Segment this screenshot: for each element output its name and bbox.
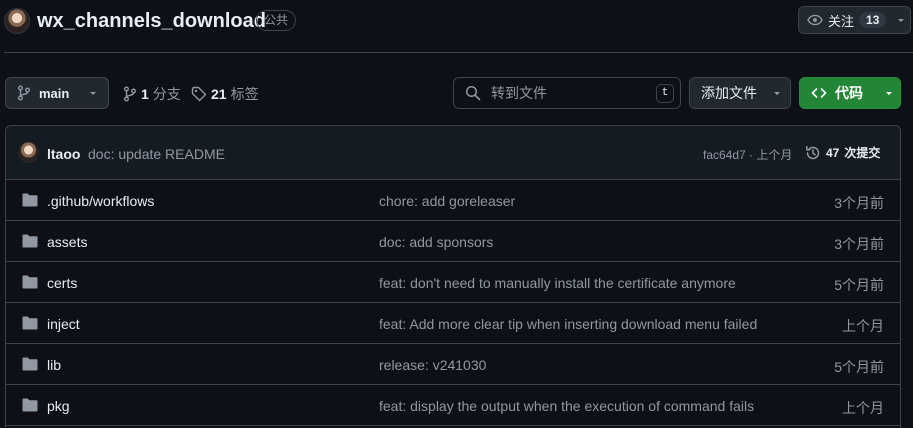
owner-avatar[interactable]: [4, 8, 30, 34]
commit-hash-time[interactable]: fac64d7 · 上个月: [703, 146, 792, 163]
file-name[interactable]: assets: [47, 234, 87, 250]
chevron-down-icon: [774, 92, 780, 95]
table-row[interactable]: .github/workflows chore: add goreleaser …: [6, 180, 900, 221]
git-branch-icon: [18, 85, 30, 101]
search-icon: [465, 85, 481, 101]
branch-selector[interactable]: main: [5, 77, 109, 109]
commits-count: 47: [826, 145, 840, 160]
go-to-file-input[interactable]: 转到文件 t: [453, 77, 681, 109]
file-commit-time: 3个月前: [834, 236, 884, 252]
branches-count: 1: [141, 86, 149, 102]
table-row[interactable]: pkg feat: display the output when the ex…: [6, 385, 900, 426]
eye-icon: [807, 14, 823, 26]
watch-count: 13: [859, 12, 887, 28]
file-commit-message[interactable]: doc: add sponsors: [379, 234, 769, 250]
chevron-down-icon: [898, 19, 905, 22]
table-row[interactable]: inject feat: Add more clear tip when ins…: [6, 303, 900, 344]
add-file-button[interactable]: 添加文件: [689, 77, 791, 109]
commits-history-link[interactable]: 47 次提交: [805, 144, 880, 161]
file-name[interactable]: certs: [47, 275, 77, 291]
chevron-down-icon: [90, 92, 97, 95]
branch-name: main: [39, 85, 70, 101]
header-divider: [4, 52, 913, 53]
chevron-down-icon: [886, 92, 892, 95]
file-table: ltaoo doc: update README fac64d7 · 上个月 4…: [5, 125, 901, 428]
git-branch-icon: [124, 86, 136, 102]
file-commit-time: 上个月: [842, 318, 884, 334]
table-row[interactable]: lib release: v241030 5个月前: [6, 344, 900, 385]
folder-icon: [22, 398, 38, 412]
file-commit-message[interactable]: feat: Add more clear tip when inserting …: [379, 316, 769, 332]
tags-label: 标签: [230, 86, 259, 102]
folder-icon: [22, 275, 38, 289]
folder-icon: [22, 357, 38, 371]
search-placeholder: 转到文件: [491, 85, 547, 101]
file-name[interactable]: pkg: [47, 398, 70, 414]
tag-icon: [191, 86, 207, 102]
file-commit-time: 上个月: [842, 400, 884, 416]
code-icon: [811, 88, 827, 98]
file-commit-time: 3个月前: [834, 195, 884, 211]
visibility-badge: 公共: [256, 10, 297, 31]
file-commit-message[interactable]: chore: add goreleaser: [379, 193, 769, 209]
commit-author[interactable]: ltaoo: [47, 146, 80, 162]
file-commit-message[interactable]: feat: display the output when the execut…: [379, 398, 769, 414]
code-label: 代码: [835, 85, 863, 101]
commits-label: 次提交: [844, 146, 881, 160]
search-shortcut-key: t: [656, 84, 674, 103]
table-row[interactable]: certs feat: don't need to manually insta…: [6, 262, 900, 303]
file-commit-message[interactable]: release: v241030: [379, 357, 769, 373]
file-name[interactable]: lib: [47, 357, 61, 373]
repo-name[interactable]: wx_channels_download: [37, 10, 266, 33]
code-button[interactable]: 代码: [799, 77, 901, 109]
latest-commit-bar: ltaoo doc: update README fac64d7 · 上个月 4…: [6, 126, 900, 180]
file-commit-time: 5个月前: [834, 359, 884, 375]
file-name[interactable]: inject: [47, 316, 80, 332]
watch-label: 关注: [828, 13, 855, 29]
folder-icon: [22, 234, 38, 248]
add-file-label: 添加文件: [701, 85, 757, 101]
file-commit-time: 5个月前: [834, 277, 884, 293]
history-icon: [806, 145, 820, 159]
table-row[interactable]: assets doc: add sponsors 3个月前: [6, 221, 900, 262]
branches-link[interactable]: 1 分支: [123, 84, 181, 104]
tags-link[interactable]: 21 标签: [191, 84, 259, 104]
commit-message[interactable]: doc: update README: [88, 146, 225, 162]
tags-count: 21: [211, 86, 227, 102]
folder-icon: [22, 193, 38, 207]
watch-button[interactable]: 关注 13: [798, 6, 911, 34]
folder-icon: [22, 316, 38, 330]
file-commit-message[interactable]: feat: don't need to manually install the…: [379, 275, 769, 291]
branches-label: 分支: [152, 86, 181, 102]
commit-author-avatar[interactable]: [18, 142, 39, 163]
file-name[interactable]: .github/workflows: [47, 193, 154, 209]
